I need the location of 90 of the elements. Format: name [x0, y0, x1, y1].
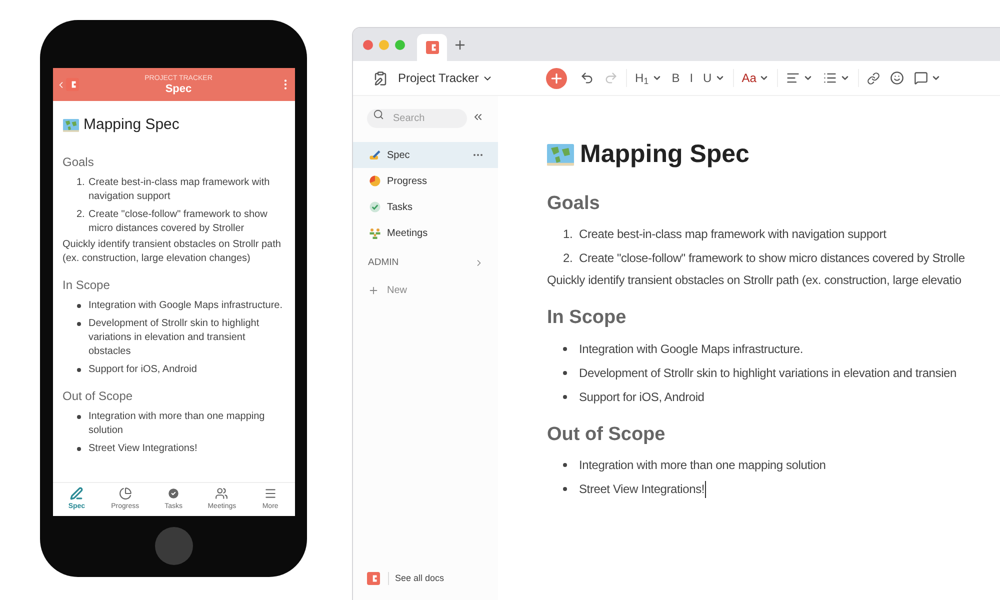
list-number: 2.: [76, 208, 86, 222]
toolbar-button[interactable]: U: [698, 67, 730, 89]
maximize-window-icon[interactable]: [395, 40, 405, 50]
bullet-icon: [563, 463, 567, 467]
paragraph: Quickly identify transient obstacles on Strollr path (ex. construction, large elevation changes): [62, 238, 282, 266]
check-circle-icon: [369, 201, 381, 213]
list-item-text: Integration with more than one mapping solution: [579, 457, 826, 474]
bullet-icon: [76, 368, 80, 372]
section-heading: Out of Scope: [547, 422, 666, 446]
search-icon: [373, 109, 384, 120]
list-item-text: Create best-in-class map framework with navigation support: [88, 176, 271, 204]
list-number: 1.: [563, 226, 574, 243]
sidebar-item[interactable]: Tasks: [353, 194, 498, 220]
clipboard-icon: [373, 70, 388, 86]
undo-icon: [580, 71, 594, 85]
pen-icon: [70, 486, 84, 500]
bullet-icon: [76, 322, 80, 326]
list-number: 1.: [76, 176, 86, 190]
app-logo: [66, 78, 78, 91]
redo-icon: [604, 71, 618, 85]
menu-icon: [264, 486, 277, 500]
section-heading: Out of Scope: [62, 388, 134, 404]
section-heading: Goals: [547, 192, 601, 216]
caret-icon: [840, 73, 850, 83]
list-number: 2.: [563, 250, 574, 267]
pie-chart-icon: [369, 175, 381, 187]
list-item-text: Support for iOS, Android: [88, 362, 197, 376]
sidebar-item[interactable]: Spec: [353, 142, 498, 168]
list-item-text: Street View Integrations!: [88, 442, 198, 456]
caret-icon: [759, 73, 770, 83]
doc-title: Mapping Spec: [580, 139, 750, 170]
new-tab-icon[interactable]: [453, 38, 467, 52]
list-item-text: Development of Strollr skin to highlight variations in elevation and transien: [579, 364, 956, 382]
toolbar-button[interactable]: Aa: [736, 67, 774, 89]
pie-chart-icon: [118, 486, 132, 500]
search-field[interactable]: Search: [367, 109, 467, 128]
caret-icon: [714, 73, 725, 83]
bullet-icon: [76, 414, 80, 418]
add-button[interactable]: [546, 68, 567, 88]
sidebar-item[interactable]: Meetings: [353, 220, 498, 246]
smiley-icon: [890, 71, 904, 85]
align-left-icon: [786, 71, 800, 85]
plus-icon: [549, 70, 564, 86]
people-icon: [369, 227, 381, 239]
toolbar-button[interactable]: I: [684, 67, 698, 89]
paragraph: Quickly identify transient obstacles on Strollr path (ex. construction, large elevatio: [547, 272, 962, 289]
caret-icon: [931, 73, 942, 83]
list-item-text: Create "close-follow" framework to show micro distances covered by Strolle: [579, 250, 965, 267]
bulleted-list-icon: [823, 71, 838, 85]
list-item-text: Create "close-follow" framework to show micro distances covered by Stroller: [88, 208, 268, 236]
list-item-text: Support for iOS, Android: [579, 388, 704, 406]
caret-icon: [803, 73, 814, 83]
doc-switcher[interactable]: Project Tracker: [398, 69, 493, 87]
bullet-icon: [563, 346, 567, 350]
link-icon: [867, 72, 880, 84]
list-item-text: Integration with Google Maps infrastructure.: [579, 340, 803, 358]
app-logo: [367, 572, 380, 585]
toolbar-button[interactable]: B: [666, 67, 685, 89]
bullet-icon: [76, 446, 80, 450]
bullet-icon: [76, 304, 80, 308]
list-item-text: Create best-in-class map framework with navigation support: [579, 226, 886, 243]
bullet-icon: [563, 487, 567, 491]
plus-icon: [368, 284, 379, 296]
app-logo: [426, 41, 438, 54]
section-heading: In Scope: [62, 276, 111, 294]
map-icon: [547, 144, 574, 166]
caret-icon: [652, 73, 662, 83]
sidebar-item[interactable]: Progress: [353, 168, 498, 194]
list-item-text: Integration with more than one mapping solution: [88, 410, 266, 438]
comment-icon: [914, 71, 928, 85]
section-heading: Goals: [62, 154, 95, 170]
bullet-icon: [563, 370, 567, 374]
people-icon: [215, 486, 228, 500]
section-heading: In Scope: [547, 306, 628, 330]
list-item-text: Development of Strollr skin to highlight variations in elevation and transient obstacles: [88, 316, 260, 358]
header-title: Spec: [165, 84, 192, 94]
browser-tab[interactable]: [417, 34, 447, 61]
doc-title: Mapping Spec: [84, 115, 180, 135]
list-item-text: Integration with Google Maps infrastructure.: [88, 298, 282, 312]
map-icon: [62, 118, 78, 132]
see-all-docs-link[interactable]: See all docs: [388, 572, 444, 585]
section-label: ADMIN: [368, 256, 400, 270]
check-circle-icon: [167, 486, 180, 500]
collapse-icon[interactable]: [472, 111, 484, 123]
toolbar-button[interactable]: H$_{1}$: [630, 67, 667, 89]
home-button[interactable]: [154, 527, 192, 565]
close-window-icon[interactable]: [363, 40, 373, 50]
pen-icon: [369, 149, 381, 161]
bullet-icon: [563, 394, 567, 398]
list-item-text: Street View Integrations!: [579, 481, 705, 498]
